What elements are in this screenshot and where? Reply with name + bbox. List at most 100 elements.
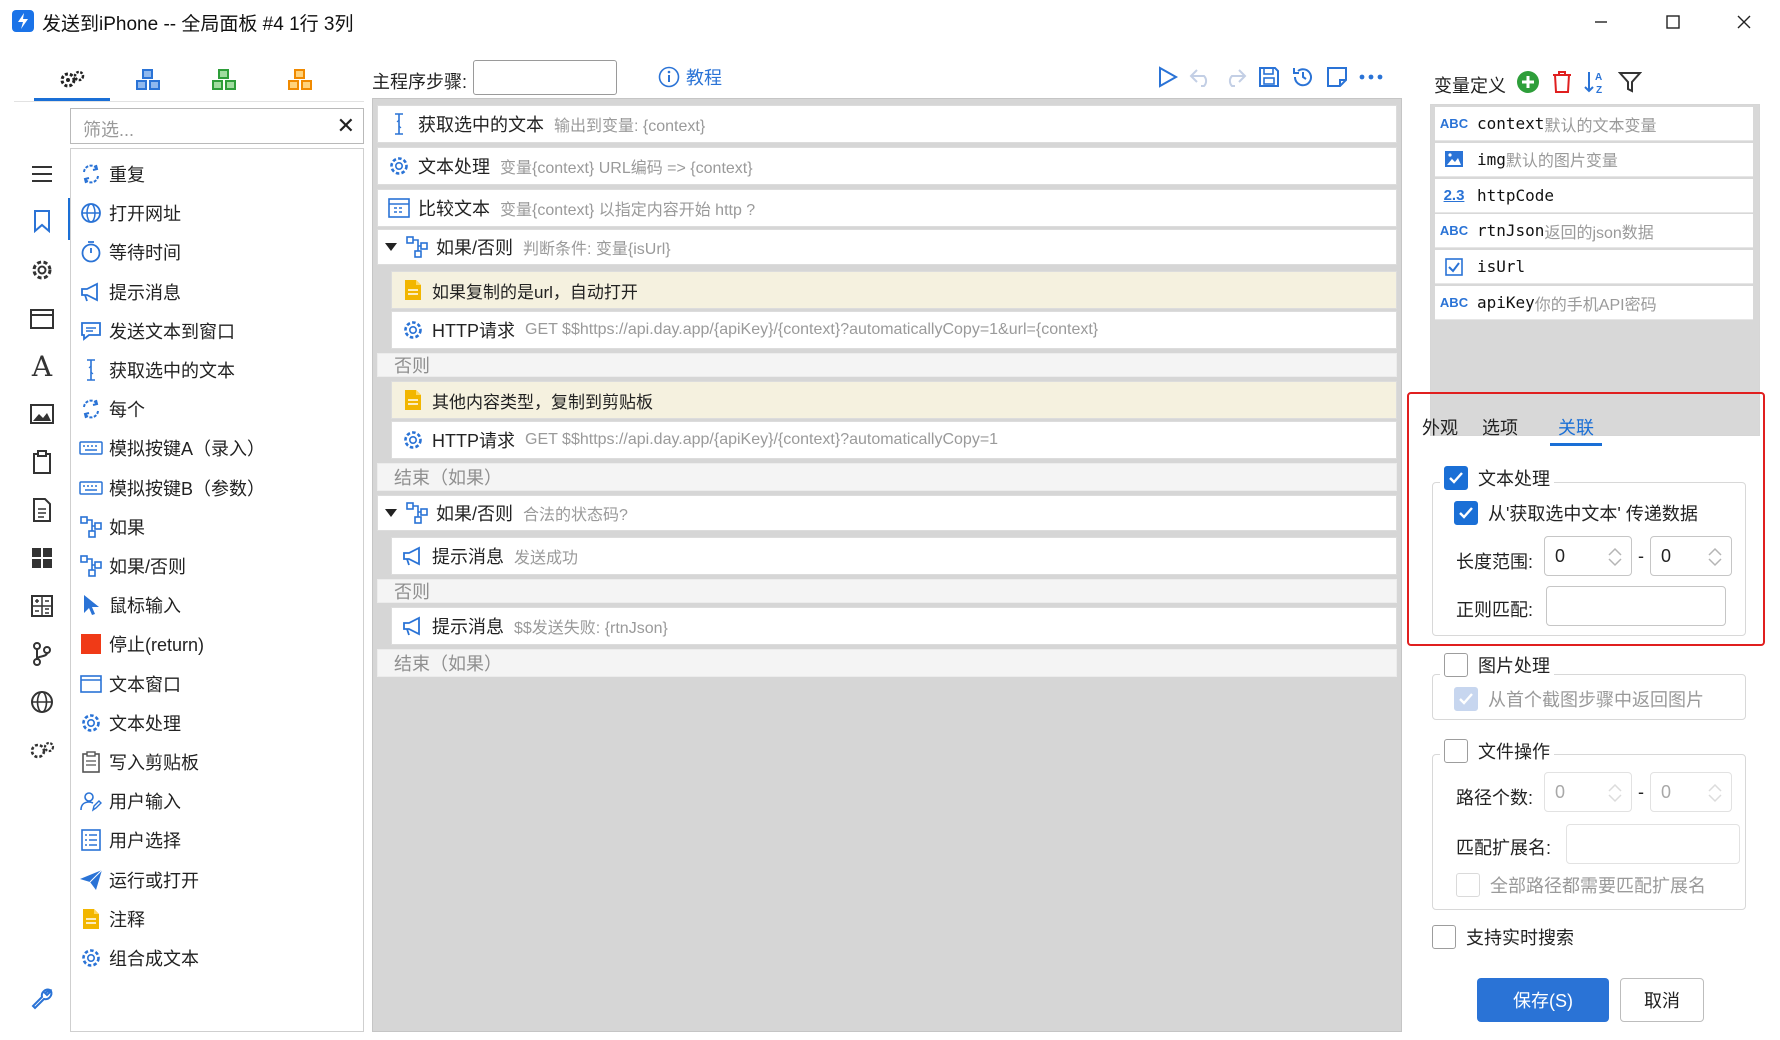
image-processing-header: 图片处理	[1440, 652, 1554, 678]
step-type-item[interactable]: 文本处理	[79, 706, 181, 740]
step-row[interactable]: HTTP请求 GET $$https://api.day.app/{apiKey}…	[391, 311, 1397, 349]
step-type-item[interactable]: 重复	[79, 157, 145, 191]
image-processing-checkbox[interactable]	[1444, 653, 1468, 677]
variable-row[interactable]: ABC context 默认的文本变量	[1435, 107, 1753, 141]
filter-variables-button[interactable]	[1616, 68, 1644, 96]
calculator-icon[interactable]	[26, 590, 58, 622]
branch-step-row[interactable]: 如果/否则 合法的状态码?	[377, 495, 1397, 531]
save-button[interactable]: 保存(S)	[1477, 978, 1609, 1022]
row-title: 提示消息	[432, 617, 504, 637]
step-type-item[interactable]: 用户输入	[79, 784, 181, 818]
comment-row[interactable]: 其他内容类型，复制到剪贴板	[391, 381, 1397, 419]
step-type-item[interactable]: 打开网址	[79, 196, 181, 230]
step-type-item[interactable]: 运行或打开	[79, 863, 199, 897]
delete-variable-button[interactable]	[1548, 68, 1576, 96]
history-button[interactable]	[1288, 62, 1318, 92]
tab-cubes-green[interactable]	[186, 60, 262, 100]
windows-icon[interactable]	[26, 542, 58, 574]
step-type-item[interactable]: 等待时间	[79, 235, 181, 269]
row-title: 其他内容类型，复制到剪贴板	[432, 392, 653, 412]
undo-button[interactable]	[1186, 62, 1216, 92]
step-type-item[interactable]: 发送文本到窗口	[79, 314, 235, 348]
gears-icon[interactable]	[26, 734, 58, 766]
path-to-stepper[interactable]: 0	[1650, 772, 1732, 812]
collapse-toggle-icon[interactable]	[384, 508, 398, 518]
bookmark-icon[interactable]	[26, 205, 58, 237]
image-icon[interactable]	[26, 398, 58, 430]
more-button[interactable]	[1356, 62, 1386, 92]
realtime-search-checkbox[interactable]	[1432, 925, 1456, 949]
window-icon[interactable]	[26, 303, 58, 335]
minimize-button[interactable]	[1573, 0, 1629, 44]
globe-icon[interactable]	[26, 686, 58, 718]
tab-cubes-orange[interactable]	[262, 60, 338, 100]
step-type-item[interactable]: 用户选择	[79, 823, 181, 857]
clear-filter-button[interactable]: ✕	[337, 114, 355, 138]
step-type-item[interactable]: 模拟按键B（参数）	[79, 471, 265, 505]
step-row[interactable]: 提示消息 $$发送失败: {rtnJson}	[391, 607, 1397, 645]
step-type-item[interactable]: 每个	[79, 392, 145, 426]
collapse-toggle-icon[interactable]	[384, 242, 398, 252]
step-row[interactable]: 提示消息 发送成功	[391, 537, 1397, 575]
step-type-item[interactable]: 模拟按键A（录入）	[79, 431, 265, 465]
row-hint: 变量{context} 以指定内容开始 http ?	[500, 202, 756, 219]
step-type-item[interactable]: 如果	[79, 510, 145, 544]
clipboard-icon[interactable]	[26, 446, 58, 478]
step-row[interactable]: 比较文本 变量{context} 以指定内容开始 http ?	[377, 189, 1397, 227]
step-type-item[interactable]: 停止(return)	[79, 627, 204, 661]
variable-row[interactable]: ABC rtnJson 返回的json数据	[1435, 214, 1753, 249]
redo-button[interactable]	[1220, 62, 1250, 92]
gear-icon[interactable]	[26, 254, 58, 286]
image-sub-checkbox[interactable]	[1454, 687, 1478, 711]
close-button[interactable]	[1716, 0, 1772, 44]
step-type-item[interactable]: 提示消息	[79, 275, 181, 309]
font-icon[interactable]: A	[26, 350, 58, 383]
tab-cubes-blue[interactable]	[110, 60, 186, 100]
branch-step-row[interactable]: 如果/否则 判断条件: 变量{isUrl}	[377, 229, 1397, 265]
wrench-icon[interactable]	[26, 982, 58, 1014]
variable-row[interactable]: 2.3 httpCode	[1435, 178, 1753, 213]
save-file-button[interactable]	[1254, 62, 1284, 92]
step-row[interactable]: 文本处理 变量{context} URL编码 => {context}	[377, 147, 1397, 185]
step-row[interactable]: 获取选中的文本 输出到变量: {context}	[377, 105, 1397, 143]
regex-input[interactable]	[1546, 586, 1726, 626]
run-button[interactable]	[1152, 62, 1182, 92]
tab-gears[interactable]	[34, 60, 110, 100]
cancel-button[interactable]: 取消	[1620, 978, 1704, 1022]
extension-input[interactable]	[1566, 824, 1740, 864]
filter-input[interactable]: 筛选... ✕	[70, 108, 364, 144]
tutorial-link[interactable]: 教程	[658, 64, 722, 90]
step-type-item[interactable]: 组合成文本	[79, 941, 199, 975]
menu-icon[interactable]	[26, 158, 58, 190]
step-type-label: 写入剪贴板	[109, 753, 199, 773]
path-from-stepper[interactable]: 0	[1544, 772, 1632, 812]
variable-description: 你的手机API密码	[1534, 296, 1657, 314]
main-steps-input[interactable]	[473, 60, 617, 95]
tab-association[interactable]: 关联	[1558, 414, 1594, 440]
branch-icon[interactable]	[26, 638, 58, 670]
length-from-stepper[interactable]: 0	[1544, 536, 1632, 576]
step-type-item[interactable]: 如果/否则	[79, 549, 186, 583]
text-processing-checkbox[interactable]	[1444, 466, 1468, 490]
variable-row[interactable]: isUrl	[1435, 250, 1753, 285]
step-type-item[interactable]: 鼠标输入	[79, 588, 181, 622]
step-type-item[interactable]: 文本窗口	[79, 667, 181, 701]
step-type-item[interactable]: 注释	[79, 902, 145, 936]
file-ops-checkbox[interactable]	[1444, 739, 1468, 763]
document-icon[interactable]	[26, 494, 58, 526]
note-button[interactable]	[1322, 62, 1352, 92]
step-type-item[interactable]: 获取选中的文本	[79, 353, 235, 387]
variable-row[interactable]: img 默认的图片变量	[1435, 142, 1753, 177]
step-row[interactable]: HTTP请求 GET $$https://api.day.app/{apiKey}…	[391, 421, 1397, 459]
step-type-item[interactable]: 写入剪贴板	[79, 745, 199, 779]
maximize-button[interactable]	[1645, 0, 1701, 44]
sort-variables-button[interactable]: AZ	[1582, 68, 1610, 96]
variable-row[interactable]: ABC apiKey 你的手机API密码	[1435, 286, 1753, 320]
comment-row[interactable]: 如果复制的是url，自动打开	[391, 271, 1397, 309]
add-variable-button[interactable]	[1514, 68, 1542, 96]
all-paths-checkbox[interactable]	[1456, 873, 1480, 897]
pass-data-checkbox[interactable]	[1454, 501, 1478, 525]
length-to-stepper[interactable]: 0	[1650, 536, 1732, 576]
tab-appearance[interactable]: 外观	[1422, 414, 1458, 440]
tab-options[interactable]: 选项	[1482, 414, 1518, 440]
